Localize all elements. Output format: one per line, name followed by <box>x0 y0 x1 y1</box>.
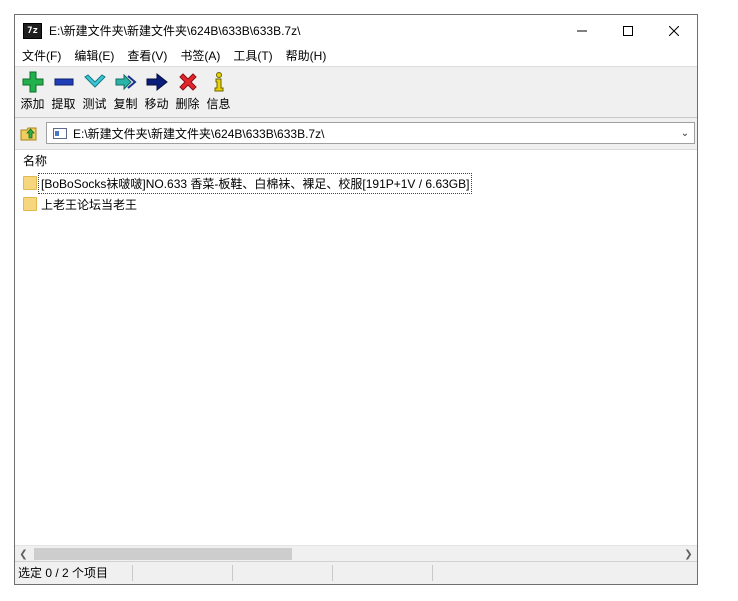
maximize-icon <box>623 25 633 36</box>
x-icon <box>178 73 197 91</box>
close-icon <box>669 25 679 36</box>
menu-help[interactable]: 帮助(H) <box>280 46 333 66</box>
arrow-right-icon <box>146 72 168 92</box>
window-title: E:\新建文件夹\新建文件夹\624B\633B\633B.7z\ <box>49 24 301 38</box>
list-item-name: [BoBoSocks袜啵啵]NO.633 香菜-板鞋、白棉袜、裸足、校服[191… <box>37 172 473 194</box>
delete-label: 删除 <box>175 97 200 111</box>
list-item[interactable]: [BoBoSocks袜啵啵]NO.633 香菜-板鞋、白棉袜、裸足、校服[191… <box>23 172 473 194</box>
status-selection: 选定 0 / 2 个项目 <box>15 565 133 581</box>
column-header-name[interactable]: 名称 <box>15 150 697 172</box>
toolbar: 添加 提取 测试 复制 移动 删除 信息 <box>15 67 697 118</box>
app-window: 7z E:\新建文件夹\新建文件夹\624B\633B\633B.7z\ 文件(… <box>14 14 698 585</box>
minus-icon <box>54 78 73 86</box>
info-label: 信息 <box>206 97 231 111</box>
copy-button[interactable]: 复制 <box>110 67 141 112</box>
address-row: E:\新建文件夹\新建文件夹\624B\633B\633B.7z\ ⌄ <box>15 118 697 148</box>
maximize-button[interactable] <box>605 15 651 46</box>
test-button[interactable]: 测试 <box>79 67 110 112</box>
status-segment-3 <box>233 565 333 581</box>
menu-view[interactable]: 查看(V) <box>121 46 173 66</box>
folder-icon <box>23 197 37 211</box>
status-segment-4 <box>333 565 433 581</box>
extract-button[interactable]: 提取 <box>48 67 79 112</box>
menu-bookmarks[interactable]: 书签(A) <box>174 46 226 66</box>
address-bar[interactable]: E:\新建文件夹\新建文件夹\624B\633B\633B.7z\ ⌄ <box>46 122 695 144</box>
double-arrow-icon <box>115 73 137 91</box>
archive-icon <box>53 127 67 139</box>
menu-edit[interactable]: 编辑(E) <box>68 46 120 66</box>
menu-tools[interactable]: 工具(T) <box>227 46 278 66</box>
status-bar: 选定 0 / 2 个项目 <box>15 561 697 584</box>
minimize-button[interactable] <box>559 15 605 46</box>
chevron-down-icon[interactable]: ⌄ <box>676 128 694 139</box>
file-list[interactable]: 名称 [BoBoSocks袜啵啵]NO.633 香菜-板鞋、白棉袜、裸足、校服[… <box>15 149 697 546</box>
folder-icon <box>23 176 37 190</box>
app-7z-icon: 7z <box>23 22 42 39</box>
test-label: 测试 <box>82 97 107 111</box>
menu-bar: 文件(F) 编辑(E) 查看(V) 书签(A) 工具(T) 帮助(H) <box>15 46 697 67</box>
delete-button[interactable]: 删除 <box>172 67 203 112</box>
add-label: 添加 <box>20 97 45 111</box>
move-label: 移动 <box>144 97 169 111</box>
minimize-icon <box>577 30 587 31</box>
close-button[interactable] <box>651 15 697 46</box>
copy-label: 复制 <box>113 97 138 111</box>
extract-label: 提取 <box>51 97 76 111</box>
menu-file[interactable]: 文件(F) <box>16 46 67 66</box>
title-bar[interactable]: 7z E:\新建文件夹\新建文件夹\624B\633B\633B.7z\ <box>15 15 697 46</box>
info-icon <box>214 72 223 92</box>
folder-up-icon <box>20 127 37 141</box>
address-path: E:\新建文件夹\新建文件夹\624B\633B\633B.7z\ <box>73 126 325 141</box>
add-button[interactable]: 添加 <box>17 67 48 112</box>
window-controls <box>559 15 697 46</box>
up-folder-button[interactable] <box>18 122 40 144</box>
list-item-name: 上老王论坛当老王 <box>41 197 138 212</box>
status-segment-2 <box>133 565 233 581</box>
check-chevron-icon <box>83 74 106 88</box>
list-item[interactable]: 上老王论坛当老王 <box>23 195 139 213</box>
move-button[interactable]: 移动 <box>141 67 172 112</box>
scrollbar-thumb[interactable] <box>34 548 292 560</box>
info-button[interactable]: 信息 <box>203 67 234 112</box>
plus-icon <box>22 71 43 93</box>
